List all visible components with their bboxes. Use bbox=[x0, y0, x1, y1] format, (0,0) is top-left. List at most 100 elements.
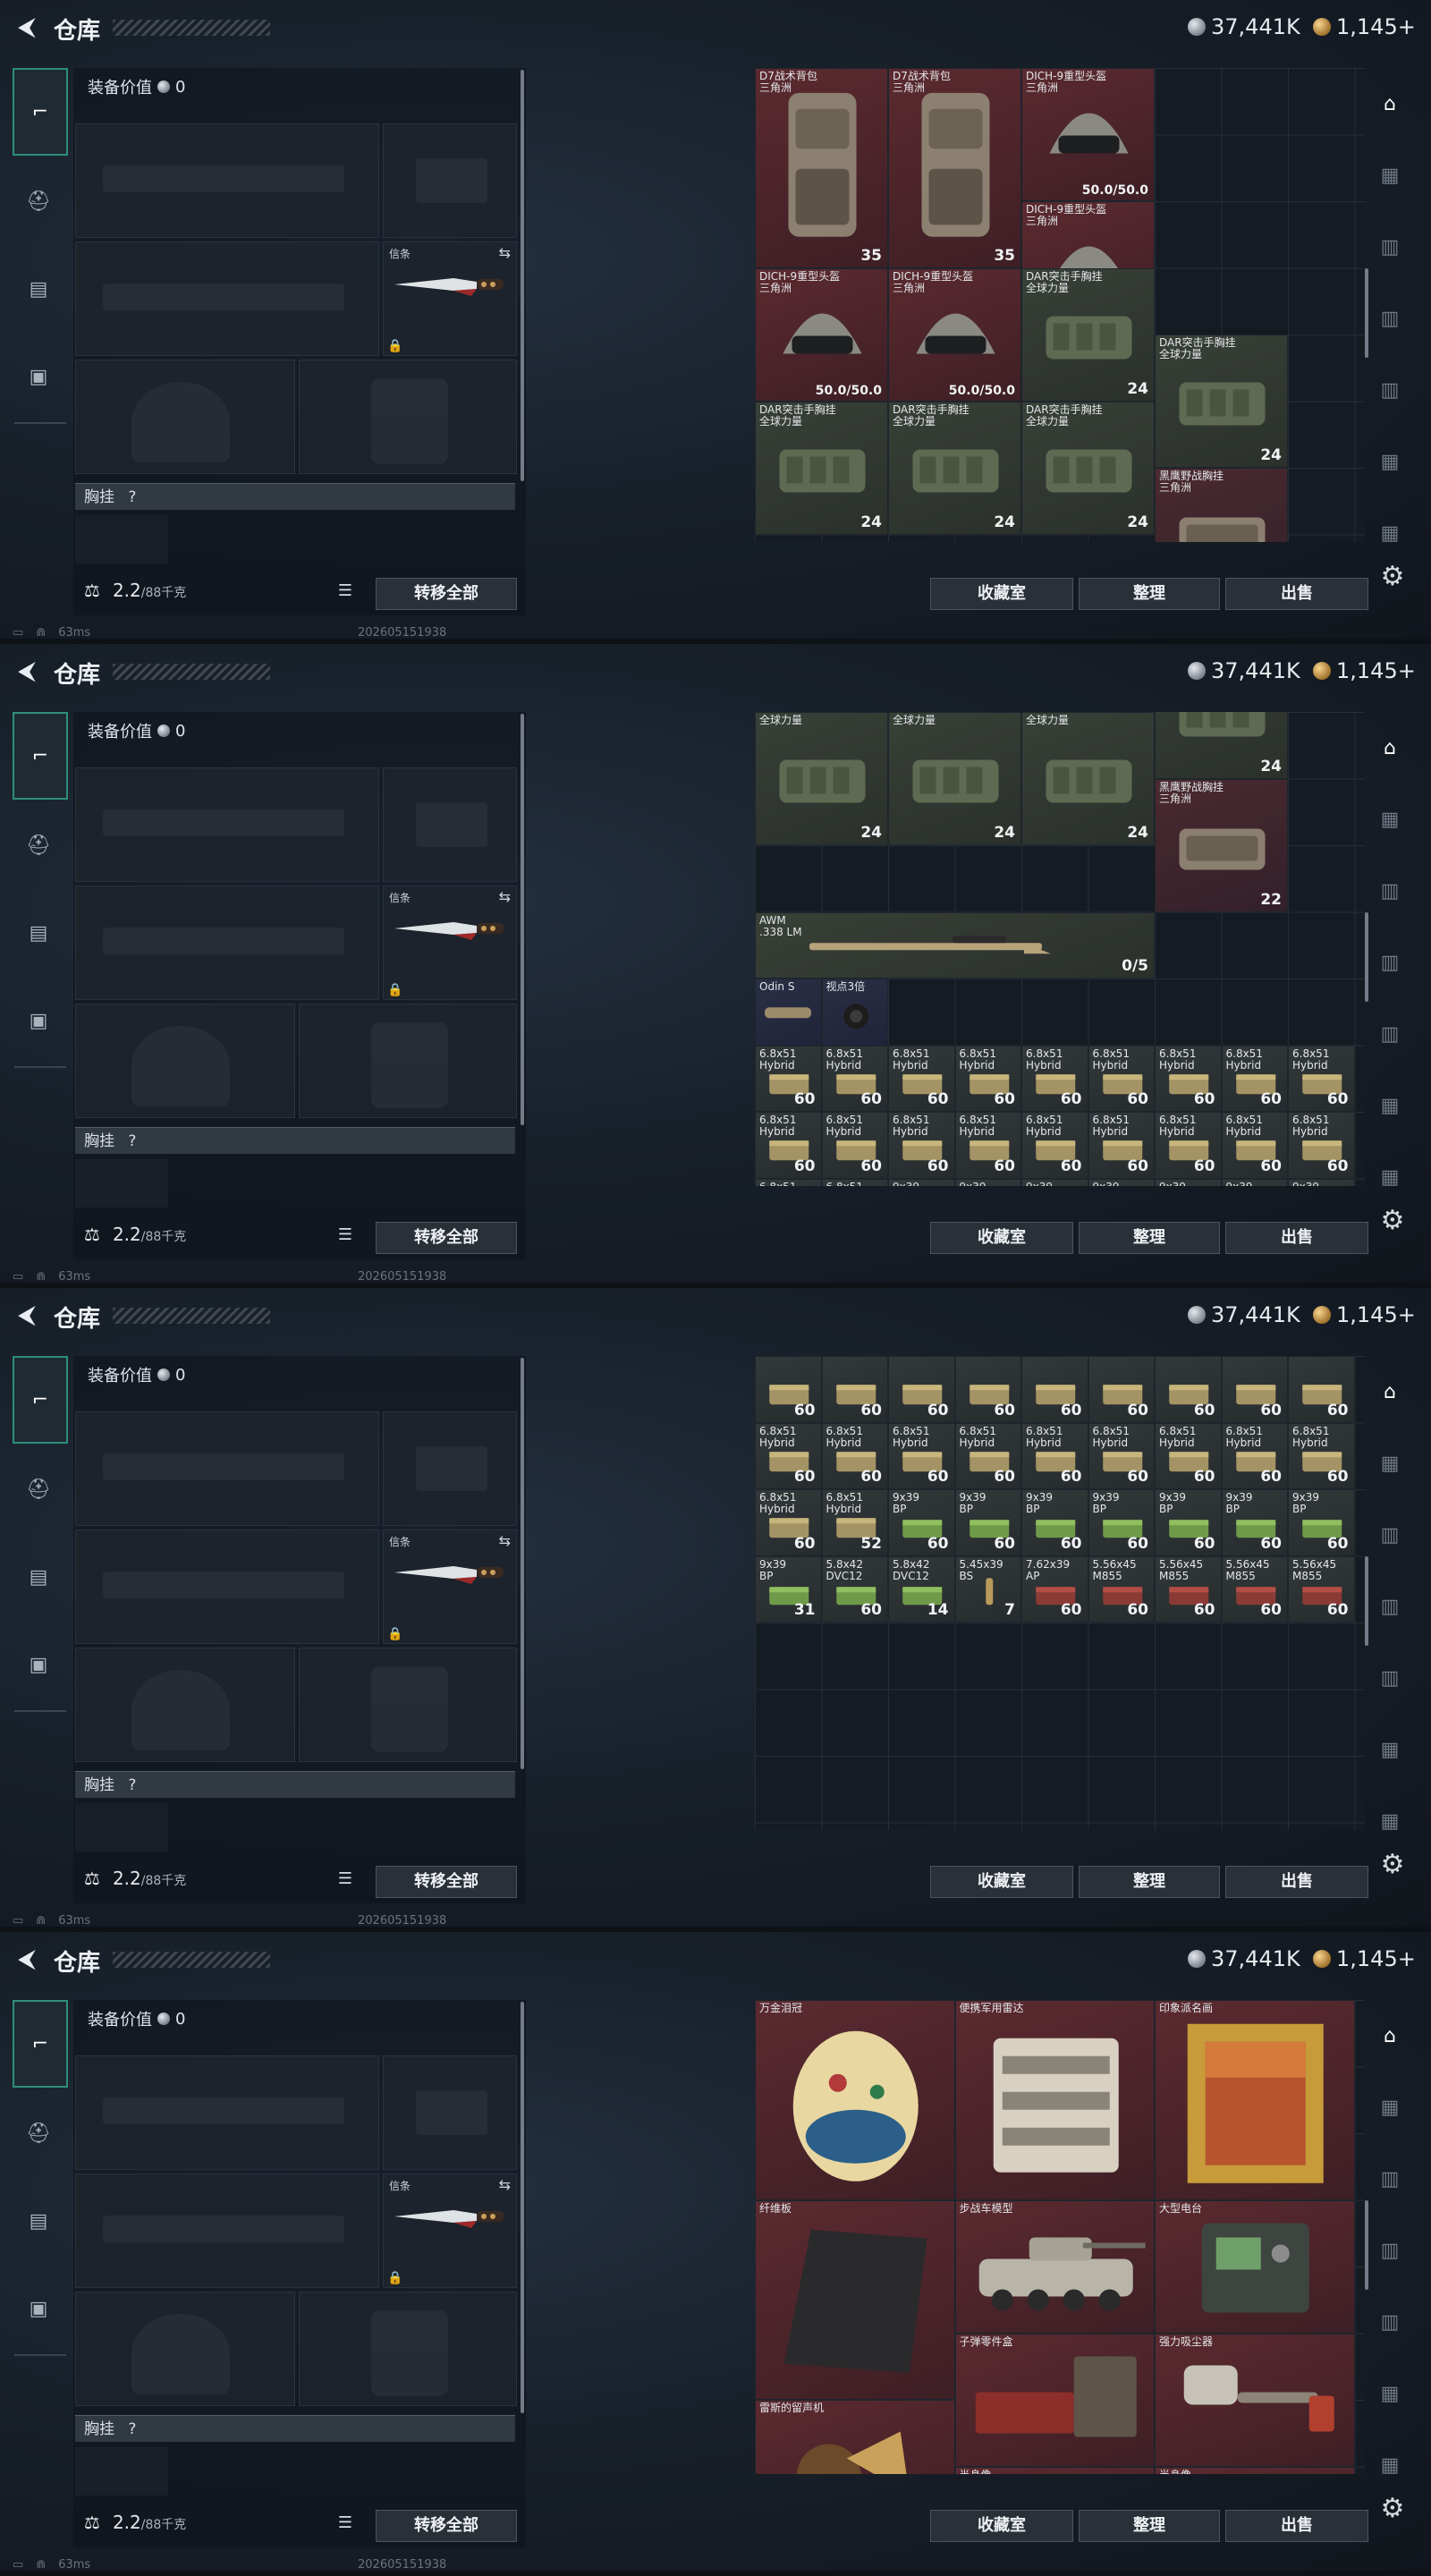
sidearm-slot[interactable] bbox=[383, 1411, 517, 1526]
inventory-item[interactable]: 5.56x45 M855 60 bbox=[1288, 1555, 1355, 1623]
inventory-item[interactable]: Odin S bbox=[755, 979, 822, 1046]
chest-rig-header[interactable]: 胸挂 ? bbox=[75, 2415, 515, 2442]
melee-slot[interactable]: 信条 ⇆ 🔒 bbox=[383, 242, 517, 356]
warehouse-page-4-icon[interactable]: ▥ bbox=[1372, 1571, 1408, 1642]
inventory-item[interactable]: 9x39 BP 60 bbox=[888, 1489, 955, 1556]
inventory-item[interactable]: 6.8x51 Hybrid 60 bbox=[1288, 1422, 1355, 1489]
helmet-slot[interactable] bbox=[75, 360, 295, 474]
body-armor-slot[interactable] bbox=[299, 360, 517, 474]
inventory-item[interactable]: 6.8x51 Hybrid 60 bbox=[1221, 1422, 1288, 1489]
inventory-item[interactable]: 60 bbox=[1021, 1356, 1088, 1423]
warehouse-page-3-icon[interactable]: ▥ bbox=[1372, 1499, 1408, 1571]
list-icon[interactable]: ☰ bbox=[333, 1222, 358, 1249]
tab-bags[interactable]: ▣ bbox=[13, 979, 64, 1063]
inventory-item[interactable]: 6.8x51 Hybrid 60 bbox=[1221, 1045, 1288, 1112]
melee-slot[interactable]: 信条 ⇆ 🔒 bbox=[383, 2174, 517, 2288]
inventory-item[interactable]: 9x39 BP bbox=[954, 1178, 1021, 1186]
inventory-item[interactable]: 5.56x45 M855 60 bbox=[1088, 1555, 1155, 1623]
swap-icon[interactable]: ⇆ bbox=[499, 1532, 511, 1549]
equipment-scrollbar[interactable] bbox=[521, 1358, 524, 1769]
warehouse-page-6-icon[interactable]: ▦ bbox=[1372, 2358, 1408, 2429]
inventory-item[interactable]: 9x39 BP bbox=[888, 1178, 955, 1186]
tab-armor[interactable]: ⛑ bbox=[13, 159, 64, 243]
chest-rig-header[interactable]: 胸挂 ? bbox=[75, 1771, 515, 1798]
inventory-item[interactable]: 60 bbox=[1155, 1356, 1222, 1423]
back-arrow-icon[interactable]: ⮜ bbox=[13, 657, 41, 685]
primary-weapon-slot[interactable] bbox=[75, 2055, 379, 2170]
warehouse-page-2-icon[interactable]: ▦ bbox=[1372, 784, 1408, 855]
inventory-item[interactable]: 半身像 bbox=[954, 2466, 1155, 2474]
warehouse-page-1-icon[interactable]: ⌂ bbox=[1372, 1356, 1408, 1428]
inventory-item[interactable]: 黑鹰野战胸挂 三角洲 bbox=[1155, 468, 1288, 542]
inventory-item[interactable]: DICH-9重型头盔 三角洲 50.0/50.0 bbox=[1021, 68, 1155, 201]
inventory-item[interactable]: 6.8x51 Hybrid 60 bbox=[888, 1045, 955, 1112]
chest-rig-header[interactable]: 胸挂 ? bbox=[75, 1127, 515, 1154]
warehouse-scrollbar[interactable] bbox=[1365, 1556, 1368, 1646]
inventory-item[interactable]: 大型电台 bbox=[1155, 2199, 1355, 2334]
tab-armor[interactable]: ⛑ bbox=[13, 1447, 64, 1531]
inventory-item[interactable]: DICH-9重型头盔 三角洲 50.0/50.0 bbox=[755, 267, 888, 402]
sidearm-slot[interactable] bbox=[383, 767, 517, 882]
back-arrow-icon[interactable]: ⮜ bbox=[13, 1945, 41, 1973]
inventory-item[interactable]: 60 bbox=[1088, 1356, 1155, 1423]
equipment-scrollbar[interactable] bbox=[521, 714, 524, 1125]
melee-slot[interactable]: 信条 ⇆ 🔒 bbox=[383, 1530, 517, 1644]
warehouse-grid[interactable]: 万金泪冠 便携军用雷达 印象派名画 纤维板 步战车模型 大型电台 子弹零件盒 强力吸尘器 雷斯的… bbox=[755, 2000, 1365, 2474]
secondary-weapon-slot[interactable] bbox=[75, 2174, 379, 2288]
chest-rig-header[interactable]: 胸挂 ? bbox=[75, 483, 515, 510]
inventory-item[interactable]: 6.8x51 Hybrid 60 bbox=[1088, 1422, 1155, 1489]
inventory-item[interactable]: 60 bbox=[1221, 1356, 1288, 1423]
chest-rig-slot[interactable] bbox=[75, 515, 168, 564]
tab-gear[interactable]: ▤ bbox=[13, 1535, 64, 1619]
inventory-item[interactable]: 6.8x51 Hybrid 60 bbox=[821, 1422, 888, 1489]
inventory-item[interactable]: 6.8x51 Hybrid 60 bbox=[888, 1422, 955, 1489]
inventory-item[interactable]: 6.8x51 Hybrid 60 bbox=[755, 1045, 822, 1112]
inventory-item[interactable]: 印象派名画 bbox=[1155, 2000, 1355, 2200]
tab-gear[interactable]: ▤ bbox=[13, 2179, 64, 2263]
inventory-item[interactable]: 60 bbox=[954, 1356, 1021, 1423]
tab-weapons[interactable]: ⌐ bbox=[13, 1356, 68, 1444]
gold-currency[interactable]: 1,145+ bbox=[1313, 1946, 1416, 1971]
inventory-item[interactable]: 便携军用雷达 bbox=[954, 2000, 1155, 2200]
list-icon[interactable]: ☰ bbox=[333, 578, 358, 605]
sort-button[interactable]: 整理 bbox=[1079, 578, 1220, 610]
inventory-item[interactable]: DAR突击手胸挂 全球力量 24 bbox=[1021, 267, 1155, 402]
helmet-slot[interactable] bbox=[75, 1648, 295, 1762]
tab-bags[interactable]: ▣ bbox=[13, 1623, 64, 1707]
inventory-item[interactable]: 60 bbox=[888, 1356, 955, 1423]
tab-weapons[interactable]: ⌐ bbox=[13, 2000, 68, 2088]
inventory-item[interactable]: 6.8x51 Hybrid 60 bbox=[954, 1422, 1021, 1489]
inventory-item[interactable]: 9x39 BP 31 bbox=[755, 1555, 822, 1623]
gold-currency[interactable]: 1,145+ bbox=[1313, 658, 1416, 683]
body-armor-slot[interactable] bbox=[299, 2292, 517, 2406]
inventory-item[interactable]: 7.62x39 AP 60 bbox=[1021, 1555, 1088, 1623]
tab-gear[interactable]: ▤ bbox=[13, 891, 64, 975]
warehouse-grid[interactable]: 全球力量 24 全球力量 24 全球力量 24 24 黑鹰野战胸挂 三角洲 22 AWM .338… bbox=[755, 712, 1365, 1186]
inventory-item[interactable]: 60 bbox=[821, 1356, 888, 1423]
inventory-item[interactable]: 6.8x51 Hybrid 60 bbox=[1155, 1422, 1222, 1489]
inventory-item[interactable]: 强力吸尘器 bbox=[1155, 2333, 1355, 2467]
back-arrow-icon[interactable]: ⮜ bbox=[13, 1301, 41, 1329]
warehouse-page-5-icon[interactable]: ▥ bbox=[1372, 354, 1408, 426]
inventory-item[interactable]: 半身像 bbox=[1155, 2466, 1355, 2474]
warehouse-page-5-icon[interactable]: ▥ bbox=[1372, 2286, 1408, 2358]
sidearm-slot[interactable] bbox=[383, 2055, 517, 2170]
warehouse-page-5-icon[interactable]: ▥ bbox=[1372, 1642, 1408, 1714]
inventory-item[interactable]: 60 bbox=[755, 1356, 822, 1423]
inventory-item[interactable]: 9x39 BP 60 bbox=[954, 1489, 1021, 1556]
inventory-item[interactable]: 6.8x51 Hybrid 60 bbox=[821, 1112, 888, 1179]
inventory-item[interactable]: 视点3倍 bbox=[821, 979, 888, 1046]
sort-button[interactable]: 整理 bbox=[1079, 1222, 1220, 1254]
inventory-item[interactable]: 60 bbox=[1288, 1356, 1355, 1423]
inventory-item[interactable]: 24 bbox=[1155, 712, 1288, 779]
inventory-item[interactable]: 6.8x51 Hybrid 60 bbox=[1288, 1045, 1355, 1112]
secondary-weapon-slot[interactable] bbox=[75, 886, 379, 1000]
inventory-item[interactable]: 9x39 BP 60 bbox=[1021, 1489, 1088, 1556]
tab-weapons[interactable]: ⌐ bbox=[13, 712, 68, 800]
inventory-item[interactable]: 6.8x51 Hybrid bbox=[755, 1178, 822, 1186]
inventory-item[interactable]: 6.8x51 Hybrid 60 bbox=[1155, 1112, 1222, 1179]
warehouse-page-2-icon[interactable]: ▦ bbox=[1372, 2072, 1408, 2143]
warehouse-page-4-icon[interactable]: ▥ bbox=[1372, 2215, 1408, 2286]
gear-icon[interactable]: ⚙ bbox=[1377, 562, 1408, 592]
inventory-item[interactable]: 全球力量 24 bbox=[888, 712, 1021, 845]
